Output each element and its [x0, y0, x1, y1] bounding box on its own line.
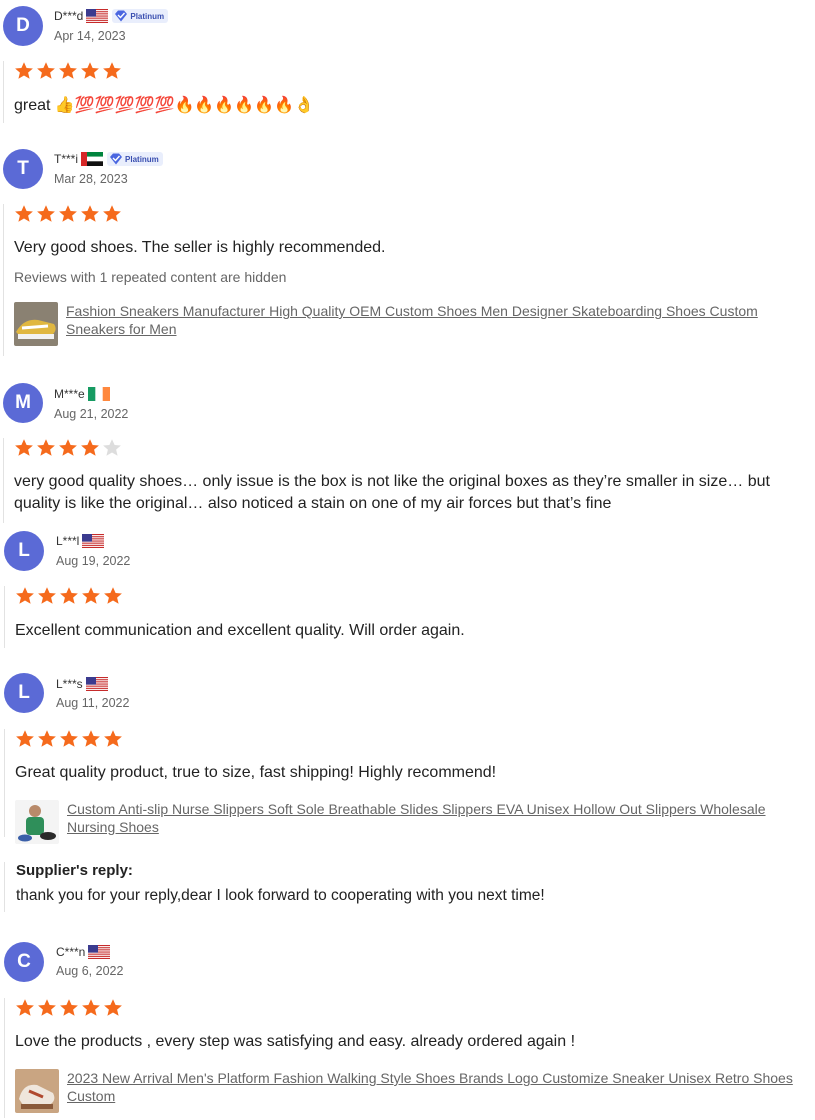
star-filled-icon: [81, 62, 99, 79]
star-rating: [14, 204, 811, 224]
star-filled-icon: [16, 999, 34, 1016]
star-rating: [15, 998, 812, 1018]
star-filled-icon: [82, 587, 100, 604]
reviewer-name: L***l: [56, 534, 80, 548]
star-filled-icon: [15, 205, 33, 222]
star-filled-icon: [59, 62, 77, 79]
review-date: Aug 19, 2022: [56, 554, 131, 568]
supplier-reply-text: thank you for your reply,dear I look for…: [16, 887, 545, 904]
star-filled-icon: [38, 999, 56, 1016]
star-filled-icon: [15, 62, 33, 79]
product-title[interactable]: Custom Anti-slip Nurse Slippers Soft Sol…: [67, 800, 807, 836]
review-date: Aug 21, 2022: [54, 407, 129, 421]
us-flag-icon: [85, 677, 108, 691]
star-filled-icon: [15, 439, 33, 456]
avatar: L: [4, 531, 44, 571]
product-thumbnail[interactable]: [15, 1069, 59, 1113]
product-title[interactable]: Fashion Sneakers Manufacturer High Quali…: [66, 302, 806, 338]
avatar: T: [3, 149, 43, 189]
star-rating: [14, 61, 811, 81]
star-filled-icon: [60, 730, 78, 747]
star-filled-icon: [81, 439, 99, 456]
us-flag-icon: [82, 534, 105, 548]
us-flag-icon: [86, 9, 109, 23]
star-filled-icon: [60, 587, 78, 604]
review-text: Great quality product, true to size, fas…: [15, 764, 497, 781]
reviewer-name: C***n: [56, 945, 86, 959]
review-text: Excellent communication and excellent qu…: [15, 622, 465, 639]
product-link[interactable]: Custom Anti-slip Nurse Slippers Soft Sol…: [15, 800, 812, 844]
hidden-reviews-note: Reviews with 1 repeated content are hidd…: [14, 269, 287, 285]
star-filled-icon: [16, 730, 34, 747]
review-date: Aug 6, 2022: [56, 964, 124, 978]
star-filled-icon: [59, 439, 77, 456]
diamond-icon: [115, 10, 128, 22]
platinum-badge: Platinum: [112, 9, 169, 23]
star-rating: [14, 438, 811, 458]
review-text: great 👍💯💯💯💯💯🔥🔥🔥🔥🔥🔥👌: [14, 97, 314, 114]
star-filled-icon: [16, 587, 34, 604]
star-rating: [15, 729, 812, 749]
star-filled-icon: [59, 205, 77, 222]
supplier-reply-title: Supplier's reply:: [16, 862, 133, 879]
star-filled-icon: [60, 999, 78, 1016]
star-filled-icon: [104, 730, 122, 747]
avatar: C: [4, 942, 44, 982]
star-filled-icon: [81, 205, 99, 222]
review-text: Very good shoes. The seller is highly re…: [14, 239, 386, 256]
reviewer-name: L***s: [56, 677, 83, 691]
avatar: D: [3, 6, 43, 46]
product-link[interactable]: Fashion Sneakers Manufacturer High Quali…: [14, 302, 811, 346]
star-filled-icon: [82, 730, 100, 747]
star-filled-icon: [37, 205, 55, 222]
review-text: very good quality shoes… only issue is t…: [14, 473, 770, 512]
star-rating: [15, 586, 812, 606]
uae-flag-icon: [81, 152, 104, 166]
star-filled-icon: [37, 62, 55, 79]
avatar: M: [3, 383, 43, 423]
star-empty-icon: [103, 439, 121, 456]
reviewer-name: T***i: [54, 152, 79, 166]
avatar: L: [4, 673, 44, 713]
review-date: Apr 14, 2023: [54, 29, 126, 43]
star-filled-icon: [38, 587, 56, 604]
product-link[interactable]: 2023 New Arrival Men's Platform Fashion …: [15, 1069, 812, 1113]
star-filled-icon: [37, 439, 55, 456]
review-date: Mar 28, 2023: [54, 172, 128, 186]
platinum-badge: Platinum: [107, 152, 163, 166]
reviewer-name: D***d: [54, 9, 84, 23]
product-thumbnail[interactable]: [14, 302, 58, 346]
star-filled-icon: [82, 999, 100, 1016]
star-filled-icon: [38, 730, 56, 747]
diamond-icon: [110, 153, 123, 165]
ireland-flag-icon: [87, 387, 110, 401]
review-date: Aug 11, 2022: [56, 696, 130, 710]
us-flag-icon: [88, 945, 111, 959]
review-text: Love the products , every step was satis…: [15, 1033, 576, 1050]
product-thumbnail[interactable]: [15, 800, 59, 844]
star-filled-icon: [104, 999, 122, 1016]
reviewer-name: M***e: [54, 387, 85, 401]
product-title[interactable]: 2023 New Arrival Men's Platform Fashion …: [67, 1069, 807, 1105]
star-filled-icon: [103, 62, 121, 79]
star-filled-icon: [103, 205, 121, 222]
star-filled-icon: [104, 587, 122, 604]
